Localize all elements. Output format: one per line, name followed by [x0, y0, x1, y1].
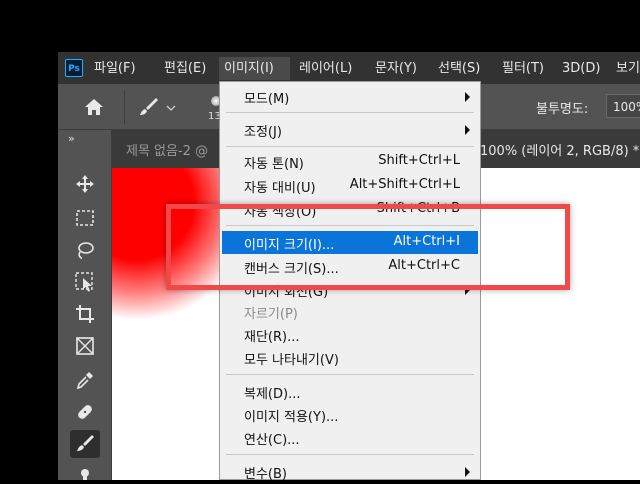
menu-item-trim[interactable]: 재단(R)... [222, 323, 478, 347]
menu-file[interactable]: 파일(F) [89, 57, 141, 80]
collapse-toggle[interactable]: » [68, 132, 75, 145]
frame-tool[interactable] [70, 332, 100, 360]
home-button[interactable] [70, 92, 118, 122]
menu-layer[interactable]: 레이어(L) [294, 57, 357, 80]
divider [124, 90, 125, 124]
chevron-down-icon [166, 105, 176, 111]
menu-item-auto-tone[interactable]: 자동 톤(N) Shift+Ctrl+L [222, 150, 478, 174]
menu-bar: Ps 파일(F) 편집(E) 이미지(I) 레이어(L) 문자(Y) 선택(S)… [58, 52, 640, 84]
document-tab-info[interactable]: 100% (레이어 2, RGB/8) * [480, 140, 639, 159]
menu-item-calculations[interactable]: 연산(C)... [222, 426, 478, 450]
move-tool[interactable] [70, 170, 100, 198]
menu-item-mode[interactable]: 모드(M) [222, 85, 478, 109]
menu-separator [226, 454, 474, 455]
object-select-tool[interactable] [70, 268, 100, 296]
menu-item-reveal-all[interactable]: 모두 나타내기(V) [222, 346, 478, 370]
brush-tool[interactable] [70, 430, 100, 458]
menu-select[interactable]: 선택(S) [433, 57, 485, 80]
submenu-arrow-icon [465, 125, 470, 135]
eyedropper-tool[interactable] [70, 366, 100, 394]
brush-preset-button[interactable] [134, 92, 182, 122]
crop-icon [76, 305, 94, 323]
marquee-tool[interactable] [70, 204, 100, 232]
menu-separator [226, 112, 474, 113]
frame-icon [76, 337, 94, 355]
menu-item-duplicate[interactable]: 복제(D)... [222, 380, 478, 404]
menu-item-apply-image[interactable]: 이미지 적용(Y)... [222, 403, 478, 427]
marquee-icon [76, 210, 94, 226]
stamp-tool[interactable] [70, 464, 100, 480]
submenu-arrow-icon [465, 92, 470, 102]
menu-view[interactable]: 보기 [611, 57, 640, 80]
brush-icon [77, 435, 94, 451]
opacity-input[interactable]: 100% [606, 94, 640, 118]
document-tab[interactable]: 제목 없음-2 @ [126, 140, 208, 159]
ps-logo: Ps [65, 59, 83, 77]
submenu-arrow-icon [465, 467, 470, 477]
menu-item-crop[interactable]: 자르기(P) [222, 300, 478, 324]
home-icon [85, 99, 103, 115]
menu-separator [226, 146, 474, 147]
annotation-highlight-box [166, 204, 570, 290]
healing-brush-icon [78, 405, 92, 419]
menu-item-adjustments[interactable]: 조정(J) [222, 118, 478, 142]
menu-filter[interactable]: 필터(T) [497, 57, 549, 80]
menu-separator [226, 374, 474, 375]
lasso-icon [78, 242, 94, 259]
menu-image[interactable]: 이미지(I) [219, 57, 290, 80]
menu-3d[interactable]: 3D(D) [557, 57, 605, 80]
object-select-icon [75, 272, 93, 292]
stamp-icon [81, 469, 89, 480]
eyedropper-icon [76, 372, 93, 390]
menu-edit[interactable]: 편집(E) [159, 57, 211, 80]
menu-item-auto-contrast[interactable]: 자동 대비(U) Alt+Shift+Ctrl+L [222, 174, 478, 198]
lasso-tool[interactable] [70, 236, 100, 264]
menu-type[interactable]: 문자(Y) [370, 57, 422, 80]
brush-icon [140, 98, 158, 115]
move-icon [76, 175, 94, 193]
menu-item-variables[interactable]: 변수(B) [222, 460, 478, 484]
opacity-label: 불투명도: [536, 102, 589, 117]
tools-panel: » [58, 130, 112, 480]
healing-brush-tool[interactable] [70, 398, 100, 426]
crop-tool[interactable] [70, 300, 100, 328]
